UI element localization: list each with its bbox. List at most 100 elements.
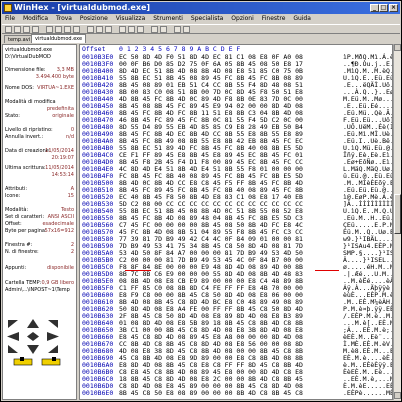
help-icon[interactable] bbox=[183, 26, 190, 33]
close-button[interactable]: × bbox=[389, 4, 398, 12]
row-offset: 0010B6E0 bbox=[82, 389, 114, 397]
vertical-scrollbar[interactable] bbox=[393, 44, 401, 400]
info-size-bytes: 3.494.400 byte bbox=[35, 74, 74, 80]
copy-icon[interactable] bbox=[64, 26, 71, 33]
info-state-label: Stato: bbox=[5, 113, 20, 119]
info-modified-time: 14:53:14 bbox=[51, 172, 74, 178]
title-bar: WinHex - [virtualdubmod.exe] _ □ × bbox=[2, 2, 400, 14]
block-end-icon[interactable] bbox=[40, 356, 64, 367]
menu-finestre[interactable]: Finestre bbox=[259, 14, 289, 24]
info-modified-date: 11/05/2014 bbox=[45, 165, 74, 171]
info-mode-label: Modalità di modifica bbox=[5, 99, 56, 105]
app-window: WinHex - [virtualdubmod.exe] _ □ × File … bbox=[0, 0, 402, 402]
hex-header: Offset 0 1 2 3 4 5 6 7 8 9 A B C D E F bbox=[80, 45, 392, 53]
info-charset-label: Set di caratteri: bbox=[5, 214, 45, 220]
menu-file[interactable]: File bbox=[2, 14, 18, 24]
info-bytes-value: 57x16=912 bbox=[44, 228, 74, 234]
arrow-down-right-icon[interactable] bbox=[46, 344, 60, 355]
arrow-down-icon[interactable] bbox=[26, 344, 40, 355]
menu-opzioni[interactable]: Opzioni bbox=[228, 14, 257, 24]
info-undo-cancel-value: n/d bbox=[65, 134, 74, 140]
info-undo-label: Livello di ripristino: bbox=[5, 127, 53, 133]
new-file-icon[interactable] bbox=[5, 26, 12, 33]
arrow-double-icon[interactable] bbox=[26, 331, 40, 342]
window-title: WinHex - [virtualdubmod.exe] bbox=[14, 3, 151, 12]
arrow-left-icon[interactable] bbox=[6, 331, 20, 342]
info-window-value: 2 bbox=[70, 242, 74, 248]
info-size-label: Dimensione file: bbox=[5, 67, 46, 73]
block-start-icon[interactable] bbox=[12, 356, 36, 367]
navigation-arrows bbox=[6, 318, 66, 368]
tab-virtualdubmod-exe[interactable]: virtualdubmod.exe bbox=[31, 34, 87, 43]
find-icon[interactable] bbox=[87, 26, 94, 33]
file-tabs: temp.avi virtualdubmod.exe bbox=[2, 34, 400, 43]
menu-trova[interactable]: Trova bbox=[53, 14, 75, 24]
info-created-time: 20:19:07 bbox=[51, 155, 74, 161]
winhex-logo-icon bbox=[4, 4, 12, 12]
info-modified-label: Ultima scrittura: bbox=[5, 165, 46, 171]
menu-guida[interactable]: Guida bbox=[290, 14, 314, 24]
open-file-icon[interactable] bbox=[14, 26, 21, 33]
save-icon[interactable] bbox=[23, 26, 30, 33]
forward-icon[interactable] bbox=[137, 26, 144, 33]
info-nwin-value: 2 bbox=[70, 249, 74, 255]
undo-icon[interactable] bbox=[46, 26, 53, 33]
info-state-value: originale bbox=[52, 113, 74, 119]
info-offsets-value: esadecimale bbox=[42, 221, 74, 227]
menu-posizione[interactable]: Posizione bbox=[77, 14, 111, 24]
hex-editor[interactable]: Offset 0 1 2 3 4 5 6 7 8 9 A B C D E F 0… bbox=[79, 44, 393, 400]
info-dosname-label: Nome DOS: bbox=[5, 85, 34, 91]
print-icon[interactable] bbox=[32, 26, 39, 33]
arrow-up-right-icon[interactable] bbox=[46, 318, 60, 329]
ram-icon[interactable] bbox=[160, 26, 167, 33]
offset-header: Offset bbox=[82, 45, 106, 53]
info-temp-path: Admin\...\INPOST~1\Temp bbox=[5, 287, 70, 293]
info-nwin-label: N. di finestre: bbox=[5, 249, 39, 255]
info-charset-value: ANSI ASCII bbox=[47, 214, 74, 220]
info-dosname: VIRTUA~1.EXE bbox=[37, 85, 74, 91]
arrow-down-left-icon[interactable] bbox=[6, 344, 20, 355]
replace-icon[interactable] bbox=[105, 26, 112, 33]
tab-temp-avi[interactable]: temp.avi bbox=[4, 35, 35, 43]
info-undo-cancel-label: Annulla invert.: bbox=[5, 134, 44, 140]
row-ascii[interactable]: .EÈPè......MÈ.EÈ bbox=[343, 390, 392, 397]
paste-icon[interactable] bbox=[73, 26, 80, 33]
info-filename: virtualdubmod.exe bbox=[5, 47, 53, 53]
info-created-label: Data di creazione: bbox=[5, 148, 51, 154]
arrow-right-icon[interactable] bbox=[46, 331, 60, 342]
menu-strumenti[interactable]: Strumenti bbox=[150, 14, 186, 24]
menu-modifica[interactable]: Modifica bbox=[20, 14, 51, 24]
maximize-button[interactable]: □ bbox=[379, 4, 388, 12]
info-panel: virtualdubmod.exe D:\VirtualDubMOD Dimen… bbox=[2, 44, 77, 400]
goto-offset-icon[interactable] bbox=[119, 26, 126, 33]
info-clip-value: disponibile bbox=[47, 265, 74, 271]
info-icons-label: Icone: bbox=[5, 193, 21, 199]
info-mode2-label: Modalità: bbox=[5, 207, 29, 213]
scroll-down-button[interactable] bbox=[394, 392, 401, 399]
menu-specialista[interactable]: Specialista bbox=[188, 14, 226, 24]
highlight-underline bbox=[125, 270, 151, 271]
scroll-up-button[interactable] bbox=[394, 44, 401, 51]
column-header: 0 1 2 3 4 5 6 7 8 9 A B C D E F bbox=[119, 45, 241, 53]
menu-bar: File Modifica Trova Posizione Visualizza… bbox=[2, 14, 400, 24]
hex-row[interactable]: 0010B6E0 8B 45 C8 50 E8 08 89 00 00 00 8B… bbox=[80, 390, 392, 397]
info-window-label: Finestra #: bbox=[5, 242, 33, 248]
arrow-up-left-icon[interactable] bbox=[6, 318, 20, 329]
info-mode2-value: Testo bbox=[61, 207, 74, 213]
disk-icon[interactable] bbox=[151, 26, 158, 33]
scroll-thumb[interactable] bbox=[394, 194, 401, 234]
back-icon[interactable] bbox=[128, 26, 135, 33]
info-size-mb: 3,3 MB bbox=[56, 67, 74, 73]
calculator-icon[interactable] bbox=[174, 26, 181, 33]
minimize-button[interactable]: _ bbox=[370, 4, 379, 12]
info-attr-value: A bbox=[70, 186, 74, 192]
info-undo-value: 0 bbox=[70, 127, 74, 133]
info-attr-label: Attributi: bbox=[5, 186, 28, 192]
arrow-up-icon[interactable] bbox=[26, 318, 40, 329]
info-temp-value: 0,9 GB libero bbox=[41, 280, 74, 286]
cut-icon[interactable] bbox=[55, 26, 62, 33]
info-offsets-label: Offset: bbox=[5, 221, 22, 227]
find-hex-icon[interactable] bbox=[96, 26, 103, 33]
menu-visualizza[interactable]: Visualizza bbox=[113, 14, 149, 24]
row-bytes[interactable]: 8B 45 C8 50 E8 08 89 00 00 00 8B 4D C8 8… bbox=[119, 390, 303, 397]
